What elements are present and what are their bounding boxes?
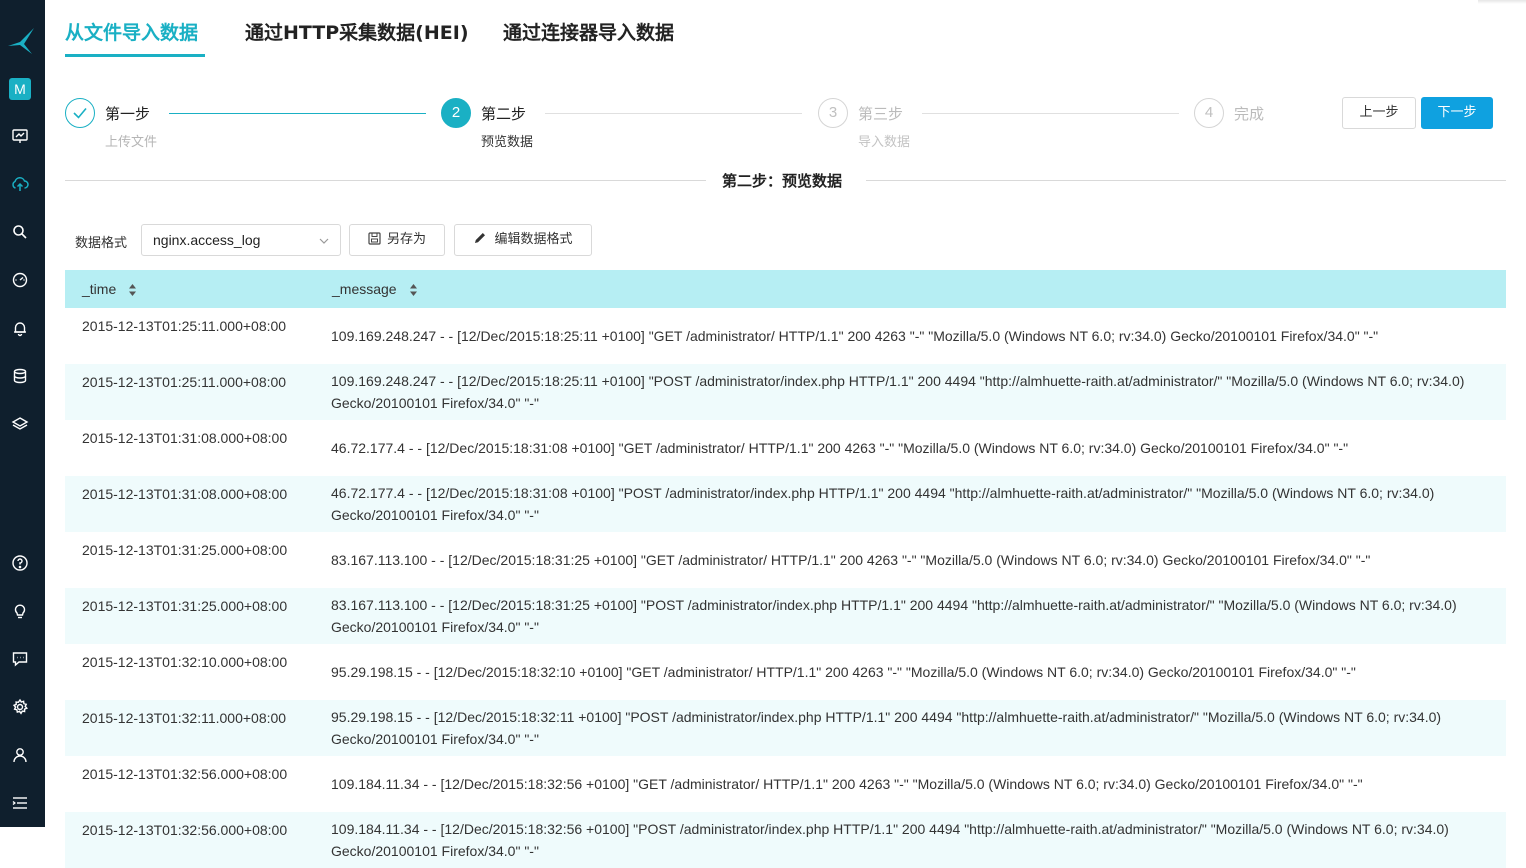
cell-message-text: 109.184.11.34 - - [12/Dec/2015:18:32:56 … (331, 821, 1449, 859)
sort-icon[interactable] (128, 283, 137, 297)
pencil-icon (475, 233, 486, 243)
table-row[interactable]: 2015-12-13T01:25:11.000+08:00 109.169.248… (65, 364, 1506, 420)
cell-message: 109.169.248.247 - - [12/Dec/2015:18:25:1… (331, 308, 1491, 364)
logo-icon[interactable] (6, 26, 38, 56)
step-1-title: 第一步 (105, 105, 151, 123)
cell-time: 2015-12-13T01:32:56.000+08:00 (82, 766, 288, 782)
table-row[interactable]: 2015-12-13T01:31:25.000+08:00 83.167.113.… (65, 588, 1506, 644)
column-header-time[interactable]: _time (82, 281, 116, 297)
data-format-select[interactable]: nginx.access_log (141, 224, 341, 256)
gear-icon[interactable] (11, 698, 29, 716)
upload-cloud-icon[interactable] (11, 175, 29, 193)
cell-message: 83.167.113.100 - - [12/Dec/2015:18:31:25… (331, 588, 1491, 644)
table-row[interactable]: 2015-12-13T01:31:08.000+08:00 46.72.177.4… (65, 476, 1506, 532)
gauge-icon[interactable] (11, 271, 29, 289)
cell-message: 83.167.113.100 - - [12/Dec/2015:18:31:25… (331, 532, 1491, 588)
table-row[interactable]: 2015-12-13T01:32:56.000+08:00 109.184.11.… (65, 756, 1506, 812)
prev-step-button[interactable]: 上一步 (1342, 97, 1416, 129)
cell-time: 2015-12-13T01:31:25.000+08:00 (82, 542, 288, 558)
lightbulb-icon[interactable] (11, 602, 29, 620)
data-format-value: nginx.access_log (153, 232, 261, 248)
sidebar: M (0, 0, 45, 827)
table-header: _time _message (65, 270, 1506, 308)
table-row[interactable]: 2015-12-13T01:32:11.000+08:00 95.29.198.1… (65, 700, 1506, 756)
step-2-circle: 2 (441, 98, 471, 128)
menu-list-icon[interactable] (11, 794, 29, 812)
cell-message: 46.72.177.4 - - [12/Dec/2015:18:31:08 +0… (331, 476, 1491, 532)
tab-import-file[interactable]: 从文件导入数据 (65, 18, 198, 46)
step-connector-2 (545, 113, 802, 114)
user-icon[interactable] (11, 746, 29, 764)
active-tab-indicator (65, 54, 205, 57)
workspace-badge[interactable]: M (9, 78, 31, 100)
cell-time: 2015-12-13T01:32:56.000+08:00 (82, 822, 288, 838)
next-step-button[interactable]: 下一步 (1421, 97, 1493, 129)
step-1-subtitle: 上传文件 (105, 135, 158, 150)
cell-message: 109.184.11.34 - - [12/Dec/2015:18:32:56 … (331, 756, 1491, 812)
save-icon (368, 232, 381, 245)
step-connector-3 (922, 113, 1179, 114)
chevron-down-icon (319, 238, 329, 244)
cell-message-text: 46.72.177.4 - - [12/Dec/2015:18:31:08 +0… (331, 485, 1435, 523)
database-icon[interactable] (11, 367, 29, 385)
cell-time: 2015-12-13T01:31:08.000+08:00 (82, 430, 288, 446)
check-icon (73, 107, 87, 119)
cell-message-text: 46.72.177.4 - - [12/Dec/2015:18:31:08 +0… (331, 440, 1349, 456)
step-4-title: 完成 (1234, 105, 1265, 123)
layers-icon[interactable] (11, 415, 29, 433)
cell-message-text: 109.169.248.247 - - [12/Dec/2015:18:25:1… (331, 373, 1465, 411)
cell-time: 2015-12-13T01:25:11.000+08:00 (82, 374, 287, 390)
table-row[interactable]: 2015-12-13T01:31:08.000+08:00 46.72.177.4… (65, 420, 1506, 476)
dashboard-icon[interactable] (11, 127, 29, 145)
cell-message: 109.184.11.34 - - [12/Dec/2015:18:32:56 … (331, 812, 1491, 868)
cell-time: 2015-12-13T01:31:25.000+08:00 (82, 598, 288, 614)
search-icon[interactable] (11, 223, 29, 241)
cell-message-text: 95.29.198.15 - - [12/Dec/2015:18:32:10 +… (331, 664, 1356, 680)
cell-message-text: 83.167.113.100 - - [12/Dec/2015:18:31:25… (331, 597, 1457, 635)
cell-time: 2015-12-13T01:25:11.000+08:00 (82, 318, 287, 334)
cell-message: 46.72.177.4 - - [12/Dec/2015:18:31:08 +0… (331, 420, 1491, 476)
top-right-shadow (1478, 0, 1526, 4)
cell-message: 95.29.198.15 - - [12/Dec/2015:18:32:11 +… (331, 700, 1491, 756)
cell-message-text: 109.169.248.247 - - [12/Dec/2015:18:25:1… (331, 328, 1379, 344)
table-row[interactable]: 2015-12-13T01:25:11.000+08:00 109.169.248… (65, 308, 1506, 364)
tab-http-collect[interactable]: 通过HTTP采集数据(HEI) (245, 18, 469, 46)
step-4-circle: 4 (1194, 98, 1224, 128)
divider-right (866, 180, 1506, 181)
step-2-title: 第二步 (481, 105, 527, 123)
cell-message-text: 95.29.198.15 - - [12/Dec/2015:18:32:11 +… (331, 709, 1442, 747)
cell-time: 2015-12-13T01:32:11.000+08:00 (82, 710, 287, 726)
cell-message: 95.29.198.15 - - [12/Dec/2015:18:32:10 +… (331, 644, 1491, 700)
step-2-subtitle: 预览数据 (481, 135, 534, 150)
cell-time: 2015-12-13T01:31:08.000+08:00 (82, 486, 288, 502)
cell-message-text: 83.167.113.100 - - [12/Dec/2015:18:31:25… (331, 552, 1371, 568)
step-3-subtitle: 导入数据 (858, 135, 911, 150)
cell-message-text: 109.184.11.34 - - [12/Dec/2015:18:32:56 … (331, 776, 1363, 792)
cell-message: 109.169.248.247 - - [12/Dec/2015:18:25:1… (331, 364, 1491, 420)
cell-time: 2015-12-13T01:32:10.000+08:00 (82, 654, 288, 670)
help-icon[interactable] (11, 554, 29, 572)
edit-format-label: 编辑数据格式 (494, 232, 573, 247)
tab-connector-import[interactable]: 通过连接器导入数据 (503, 18, 674, 46)
data-format-label: 数据格式 (75, 236, 128, 251)
edit-format-button[interactable]: 编辑数据格式 (454, 224, 592, 256)
step-3-circle: 3 (818, 98, 848, 128)
save-as-label: 另存为 (386, 232, 426, 247)
divider-left (65, 180, 706, 181)
sort-icon[interactable] (409, 283, 418, 297)
chat-icon[interactable] (11, 650, 29, 668)
table-row[interactable]: 2015-12-13T01:31:25.000+08:00 83.167.113.… (65, 532, 1506, 588)
save-as-button[interactable]: 另存为 (349, 224, 445, 256)
table-row[interactable]: 2015-12-13T01:32:56.000+08:00 109.184.11.… (65, 812, 1506, 868)
column-header-message[interactable]: _message (332, 281, 397, 297)
bell-icon[interactable] (11, 319, 29, 337)
table-row[interactable]: 2015-12-13T01:32:10.000+08:00 95.29.198.1… (65, 644, 1506, 700)
step-connector-1 (169, 113, 426, 114)
step-1-circle (65, 98, 95, 128)
section-title: 第二步：预览数据 (722, 172, 843, 190)
step-3-title: 第三步 (858, 105, 904, 123)
